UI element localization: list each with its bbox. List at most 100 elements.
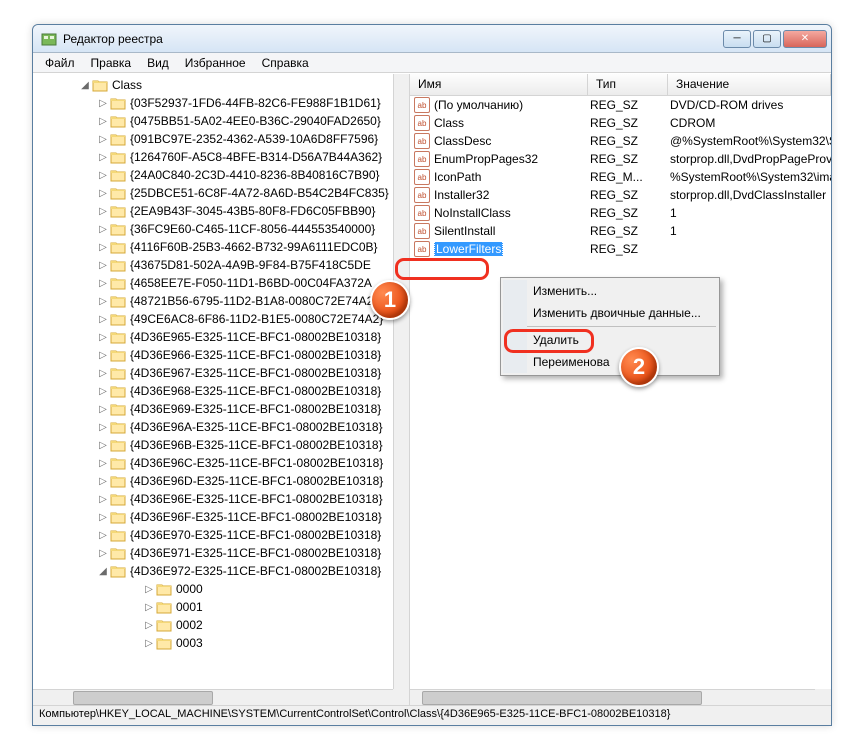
tree-item[interactable]: ▷0000 (33, 580, 393, 598)
tree-item[interactable]: ▷{4D36E96F-E325-11CE-BFC1-08002BE10318} (33, 508, 393, 526)
tree-item[interactable]: ▷{25DBCE51-6C8F-4A72-8A6D-B54C2B4FC835} (33, 184, 393, 202)
list-row[interactable]: abClassREG_SZCDROM (410, 114, 831, 132)
list-row[interactable]: abLowerFiltersREG_SZ (410, 240, 831, 258)
tree-item[interactable]: ◢{4D36E972-E325-11CE-BFC1-08002BE10318} (33, 562, 393, 580)
folder-icon (110, 330, 126, 344)
folder-icon (92, 78, 108, 92)
menu-favorites[interactable]: Избранное (177, 54, 254, 72)
folder-icon (110, 456, 126, 470)
tree-item[interactable]: ▷{48721B56-6795-11D2-B1A8-0080C72E74A2} (33, 292, 393, 310)
menu-file[interactable]: Файл (37, 54, 83, 72)
tree-item[interactable]: ▷{36FC9E60-C465-11CF-8056-444553540000} (33, 220, 393, 238)
list-header[interactable]: Имя Тип Значение (410, 74, 831, 96)
col-type[interactable]: Тип (588, 74, 668, 95)
col-name[interactable]: Имя (410, 74, 588, 95)
menu-view[interactable]: Вид (139, 54, 177, 72)
ctx-modify[interactable]: Изменить... (503, 280, 717, 302)
tree-item[interactable]: ▷{4D36E971-E325-11CE-BFC1-08002BE10318} (33, 544, 393, 562)
list-row[interactable]: abEnumPropPages32REG_SZstorprop.dll,DvdP… (410, 150, 831, 168)
menu-edit[interactable]: Правка (83, 54, 140, 72)
folder-icon (110, 276, 126, 290)
tree-item[interactable]: ▷{4D36E969-E325-11CE-BFC1-08002BE10318} (33, 400, 393, 418)
folder-icon (110, 492, 126, 506)
folder-icon (110, 474, 126, 488)
list-hscrollbar[interactable] (410, 689, 815, 705)
menu-help[interactable]: Справка (254, 54, 317, 72)
folder-icon (156, 582, 172, 596)
string-value-icon: ab (414, 205, 430, 221)
string-value-icon: ab (414, 223, 430, 239)
folder-icon (156, 636, 172, 650)
minimize-button[interactable]: ─ (723, 30, 751, 48)
ctx-rename[interactable]: Переименова (503, 351, 717, 373)
titlebar[interactable]: Редактор реестра ─ ▢ ✕ (33, 25, 831, 53)
string-value-icon: ab (414, 97, 430, 113)
string-value-icon: ab (414, 241, 430, 257)
tree-item[interactable]: ▷{2EA9B43F-3045-43B5-80F8-FD6C05FBB90} (33, 202, 393, 220)
list-row[interactable]: abNoInstallClassREG_SZ1 (410, 204, 831, 222)
tree-item[interactable]: ▷{03F52937-1FD6-44FB-82C6-FE988F1B1D61} (33, 94, 393, 112)
list-row[interactable]: ab(По умолчанию)REG_SZDVD/CD-ROM drives (410, 96, 831, 114)
tree-item[interactable]: ▷0003 (33, 634, 393, 652)
folder-icon (110, 348, 126, 362)
folder-icon (110, 510, 126, 524)
maximize-button[interactable]: ▢ (753, 30, 781, 48)
folder-icon (110, 114, 126, 128)
list-row[interactable]: abInstaller32REG_SZstorprop.dll,DvdClass… (410, 186, 831, 204)
ctx-delete[interactable]: Удалить (503, 329, 717, 351)
tree-item[interactable]: ▷{4D36E965-E325-11CE-BFC1-08002BE10318} (33, 328, 393, 346)
tree-item[interactable]: ▷{4D36E968-E325-11CE-BFC1-08002BE10318} (33, 382, 393, 400)
tree-item[interactable]: ▷{49CE6AC8-6F86-11D2-B1E5-0080C72E74A2} (33, 310, 393, 328)
list-row[interactable]: abIconPathREG_M...%SystemRoot%\System32\… (410, 168, 831, 186)
list-row[interactable]: abSilentInstallREG_SZ1 (410, 222, 831, 240)
folder-icon (110, 150, 126, 164)
list-row[interactable]: abClassDescREG_SZ@%SystemRoot%\System32\… (410, 132, 831, 150)
tree-item[interactable]: ▷0002 (33, 616, 393, 634)
tree-item[interactable]: ▷{4D36E96D-E325-11CE-BFC1-08002BE10318} (33, 472, 393, 490)
context-menu: Изменить... Изменить двоичные данные... … (500, 277, 720, 376)
folder-icon (110, 294, 126, 308)
col-value[interactable]: Значение (668, 74, 831, 95)
tree-item[interactable]: ▷{4658EE7E-F050-11D1-B6BD-00C04FA372A (33, 274, 393, 292)
string-value-icon: ab (414, 133, 430, 149)
tree-item[interactable]: ▷{4D36E970-E325-11CE-BFC1-08002BE10318} (33, 526, 393, 544)
tree-item[interactable]: ▷{4D36E96B-E325-11CE-BFC1-08002BE10318} (33, 436, 393, 454)
tree-item[interactable]: ▷{4D36E966-E325-11CE-BFC1-08002BE10318} (33, 346, 393, 364)
folder-icon (110, 366, 126, 380)
ctx-modify-binary[interactable]: Изменить двоичные данные... (503, 302, 717, 324)
string-value-icon: ab (414, 187, 430, 203)
folder-icon (110, 186, 126, 200)
tree-item[interactable]: ▷{0475BB51-5A02-4EE0-B36C-29040FAD2650} (33, 112, 393, 130)
tree-pane[interactable]: ◢Class▷{03F52937-1FD6-44FB-82C6-FE988F1B… (33, 74, 410, 705)
close-button[interactable]: ✕ (783, 30, 827, 48)
tree-item[interactable]: ▷{4D36E96A-E325-11CE-BFC1-08002BE10318} (33, 418, 393, 436)
folder-icon (110, 402, 126, 416)
window-title: Редактор реестра (63, 32, 721, 46)
list-pane[interactable]: Имя Тип Значение ab(По умолчанию)REG_SZD… (410, 74, 831, 705)
folder-icon (110, 564, 126, 578)
tree-item[interactable]: ▷{091BC97E-2352-4362-A539-10A6D8FF7596} (33, 130, 393, 148)
app-icon (41, 31, 57, 47)
tree-item[interactable]: ▷{1264760F-A5C8-4BFE-B314-D56A7B44A362} (33, 148, 393, 166)
annotation-badge-1: 1 (370, 280, 410, 320)
folder-icon (110, 222, 126, 236)
tree-hscrollbar[interactable] (33, 689, 393, 705)
annotation-badge-2: 2 (619, 347, 659, 387)
folder-icon (110, 168, 126, 182)
tree-item[interactable]: ▷{4D36E967-E325-11CE-BFC1-08002BE10318} (33, 364, 393, 382)
tree-item[interactable]: ▷0001 (33, 598, 393, 616)
folder-icon (110, 546, 126, 560)
string-value-icon: ab (414, 169, 430, 185)
string-value-icon: ab (414, 151, 430, 167)
folder-icon (110, 528, 126, 542)
tree-item[interactable]: ▷{4D36E96E-E325-11CE-BFC1-08002BE10318} (33, 490, 393, 508)
tree-item[interactable]: ▷{43675D81-502A-4A9B-9F84-B75F418C5DE (33, 256, 393, 274)
tree-vscrollbar[interactable] (393, 74, 409, 689)
folder-icon (110, 438, 126, 452)
ctx-separator (504, 326, 716, 327)
tree-item[interactable]: ▷{24A0C840-2C3D-4410-8236-8B40816C7B90} (33, 166, 393, 184)
tree-item[interactable]: ▷{4116F60B-25B3-4662-B732-99A6111EDC0B} (33, 238, 393, 256)
tree-item[interactable]: ◢Class (33, 76, 393, 94)
tree-item[interactable]: ▷{4D36E96C-E325-11CE-BFC1-08002BE10318} (33, 454, 393, 472)
folder-icon (110, 204, 126, 218)
